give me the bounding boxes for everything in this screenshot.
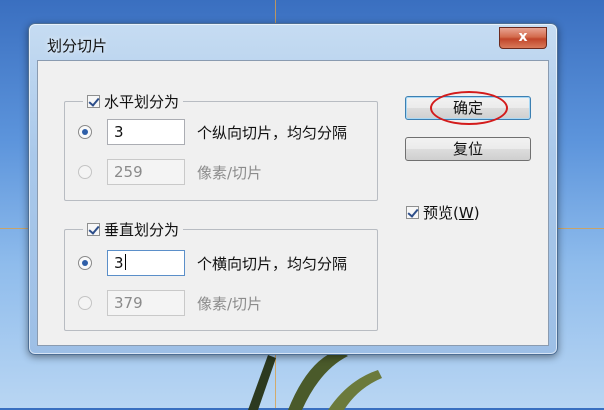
preview-checkbox[interactable] <box>406 206 419 219</box>
vertical-pixels-suffix: 像素/切片 <box>197 295 263 313</box>
horizontal-divide-toggle[interactable]: 水平划分为 <box>83 90 184 112</box>
vertical-pixels-input[interactable]: 379 <box>107 290 185 316</box>
vertical-count-suffix: 个横向切片，均匀分隔 <box>197 255 348 273</box>
vertical-divide-toggle[interactable]: 垂直划分为 <box>83 218 184 240</box>
horizontal-count-input[interactable]: 3 <box>107 119 185 145</box>
close-button[interactable]: x <box>499 27 547 49</box>
dialog-title: 划分切片 <box>47 37 108 55</box>
horizontal-pixels-suffix: 像素/切片 <box>197 164 263 182</box>
preview-toggle[interactable]: 预览(W) <box>406 202 480 223</box>
reset-button[interactable]: 复位 <box>405 137 531 161</box>
vertical-count-input[interactable]: 3 <box>107 250 185 276</box>
annotation-circle <box>430 91 508 125</box>
horizontal-divide-group: 水平划分为 3 个纵向切片，均匀分隔 259 像素/切片 <box>64 90 378 201</box>
vertical-pixels-radio[interactable] <box>78 296 92 310</box>
slice-dialog: 划分切片 x 水平划分为 3 个纵向切片，均匀分隔 259 像素/切片 垂直划分… <box>28 23 558 355</box>
vertical-divide-checkbox[interactable] <box>87 222 100 236</box>
background-plant-image <box>248 350 382 410</box>
horizontal-divide-label: 水平划分为 <box>104 92 180 111</box>
dialog-body: 水平划分为 3 个纵向切片，均匀分隔 259 像素/切片 垂直划分为 3 个横向 <box>37 60 549 346</box>
vertical-divide-label: 垂直划分为 <box>104 220 180 239</box>
horizontal-divide-checkbox[interactable] <box>87 94 100 108</box>
title-bar[interactable]: 划分切片 x <box>29 24 557 60</box>
horizontal-pixels-input[interactable]: 259 <box>107 159 185 185</box>
horizontal-count-suffix: 个纵向切片，均匀分隔 <box>197 124 348 142</box>
horizontal-pixels-radio[interactable] <box>78 165 92 179</box>
horizontal-count-radio[interactable] <box>78 125 92 139</box>
vertical-divide-group: 垂直划分为 3 个横向切片，均匀分隔 379 像素/切片 <box>64 218 378 331</box>
text-caret <box>124 254 126 270</box>
close-icon: x <box>518 29 528 45</box>
vertical-count-radio[interactable] <box>78 256 92 270</box>
preview-label: 预览(W) <box>423 204 480 222</box>
